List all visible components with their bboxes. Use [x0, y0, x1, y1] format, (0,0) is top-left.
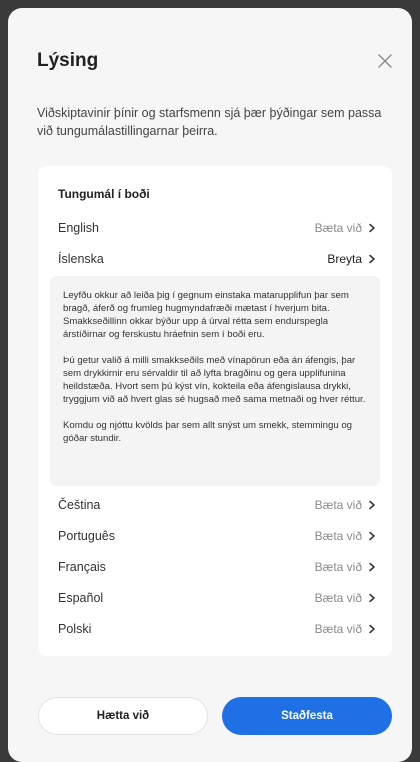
languages-card: Tungumál í boði English Bæta við Íslensk…: [38, 166, 392, 656]
language-action[interactable]: Bæta við: [315, 591, 376, 605]
action-label: Bæta við: [314, 498, 362, 512]
language-row-english[interactable]: English Bæta við: [58, 216, 376, 240]
chevron-right-icon: [369, 593, 375, 603]
language-name: Français: [58, 560, 106, 574]
dialog-title: Lýsing: [37, 50, 99, 71]
language-row-portuguese[interactable]: Português Bæta við: [58, 524, 376, 548]
dialog-description: Viðskiptavinir þínir og starfsmenn sjá þ…: [37, 106, 382, 138]
language-row-spanish[interactable]: Español Bæta við: [58, 586, 376, 610]
language-action[interactable]: Bæta við: [315, 221, 376, 235]
language-name: Íslenska: [58, 252, 104, 266]
language-name: English: [58, 221, 99, 235]
chevron-right-icon: [369, 254, 375, 264]
chevron-right-icon: [369, 500, 375, 510]
action-label: Breyta: [327, 252, 362, 266]
action-label: Bæta við: [314, 529, 362, 543]
description-paragraph: Komdu og njóttu kvölds þar sem allt snýs…: [63, 420, 352, 444]
language-name: Español: [58, 591, 104, 605]
chevron-right-icon: [369, 223, 375, 233]
action-label: Bæta við: [314, 560, 362, 574]
close-icon: [378, 54, 392, 68]
language-row-french[interactable]: Français Bæta við: [58, 555, 376, 579]
language-action[interactable]: Bæta við: [315, 529, 376, 543]
chevron-right-icon: [369, 531, 375, 541]
language-row-czech[interactable]: Čeština Bæta við: [58, 493, 376, 517]
language-row-icelandic[interactable]: Íslenska Breyta: [58, 247, 376, 271]
language-action[interactable]: Bæta við: [315, 622, 376, 636]
action-label: Bæta við: [314, 591, 362, 605]
language-action[interactable]: Bæta við: [315, 560, 376, 574]
close-button[interactable]: [374, 50, 396, 72]
language-dialog: Lýsing Viðskiptavinir þínir og starfsmen…: [8, 8, 412, 762]
confirm-button[interactable]: Staðfesta: [222, 697, 392, 735]
language-name: Čeština: [58, 498, 101, 512]
language-row-polish[interactable]: Polski Bæta við: [58, 617, 376, 641]
language-name: Português: [58, 529, 115, 543]
cancel-button[interactable]: Hætta við: [38, 697, 208, 735]
chevron-right-icon: [369, 624, 375, 634]
action-label: Bæta við: [314, 221, 362, 235]
language-name: Polski: [58, 622, 92, 636]
description-paragraph: Þú getur valið á milli smakkseðils með v…: [63, 355, 366, 405]
language-action[interactable]: Bæta við: [315, 498, 376, 512]
card-title: Tungumál í boði: [58, 187, 150, 201]
chevron-right-icon: [369, 562, 375, 572]
action-label: Bæta við: [314, 622, 362, 636]
language-description-box[interactable]: Leyfðu okkur að leiða þig í gegnum einst…: [50, 276, 380, 486]
language-action[interactable]: Breyta: [327, 252, 376, 266]
description-paragraph: Leyfðu okkur að leiða þig í gegnum einst…: [63, 290, 349, 340]
